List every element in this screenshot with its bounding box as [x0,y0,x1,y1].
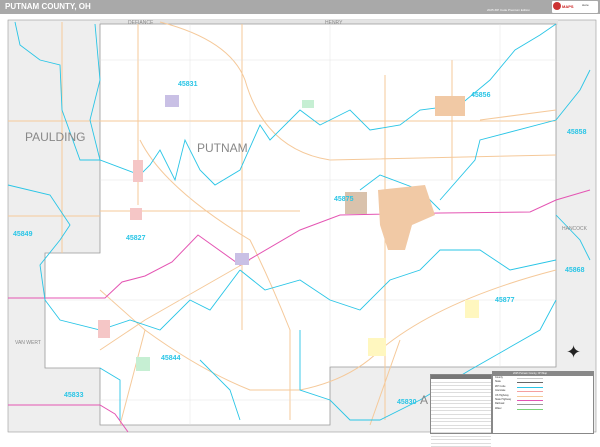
zip-label: 45856 [471,92,491,99]
label-paulding: PAULDING [25,130,85,144]
label-van-wert: VAN WERT [15,340,41,346]
publisher-logo: MAPS store [552,1,598,13]
zip-label: 45858 [567,129,587,136]
zip-label: 45849 [13,231,33,238]
zip-label: 45868 [565,267,585,274]
legend-item: Water [493,407,593,411]
label-henry: HENRY [325,20,343,26]
map-title: PUTNAM COUNTY, OH [5,2,91,11]
edition-label: 2025 ZIP Code Premium Edition [487,8,530,12]
label-hancock: HANCOCK [562,226,588,232]
zip-label: 45833 [64,392,84,399]
zip-label: 45875 [334,196,354,203]
label-putnam: PUTNAM [197,141,248,155]
zip-label: 45844 [161,355,181,362]
title-bar: PUTNAM COUNTY, OH 2025 ZIP Code Premium … [0,0,600,14]
places-index-table [430,374,492,447]
label-defiance: DEFIANCE [128,20,154,26]
compass-rose-icon: ✦ [566,342,582,362]
zip-label: 45877 [495,297,515,304]
zip-label: 45831 [178,81,198,88]
label-allen: A [420,393,428,407]
map-legend: 2025 Putnam County, OH Map County State … [492,371,594,434]
zip-label: 45830 [397,399,417,406]
zip-label: 45827 [126,235,146,242]
